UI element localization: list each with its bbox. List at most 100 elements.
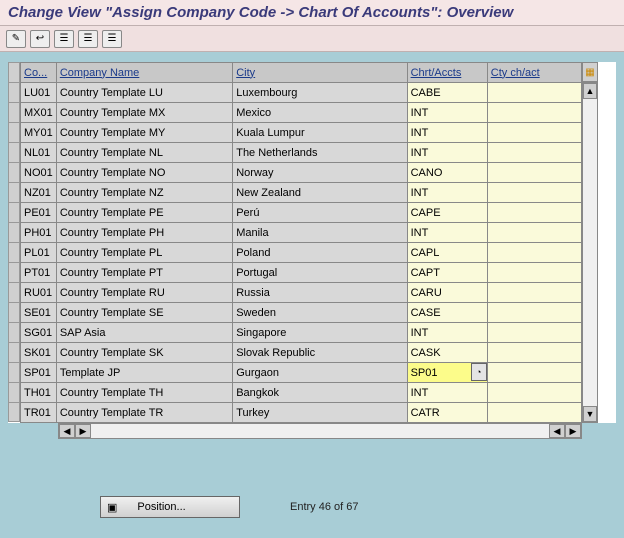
scroll-left2-icon[interactable]: ▶ [75, 424, 91, 438]
cell-chart[interactable]: INT [407, 183, 487, 203]
data-table: Co... Company Name City Chrt/Accts Cty c… [20, 62, 582, 423]
page-title: Change View "Assign Company Code -> Char… [0, 0, 624, 26]
cell-city: The Netherlands [233, 143, 407, 163]
scroll-track[interactable] [583, 99, 597, 406]
cell-cty[interactable] [487, 83, 581, 103]
row-selector[interactable] [8, 102, 20, 122]
cell-chart[interactable]: INT [407, 223, 487, 243]
cell-name: Country Template MX [56, 103, 232, 123]
row-selector[interactable] [8, 142, 20, 162]
cell-cty[interactable] [487, 243, 581, 263]
row-selector[interactable] [8, 82, 20, 102]
position-button[interactable]: ▣ Position... [100, 496, 240, 518]
toolbar-undo-icon[interactable]: ↩ [30, 30, 50, 48]
table-row: SK01Country Template SKSlovak RepublicCA… [21, 343, 582, 363]
cell-cty[interactable] [487, 403, 581, 423]
row-selector[interactable] [8, 382, 20, 402]
cell-code: TH01 [21, 383, 57, 403]
cell-cty[interactable] [487, 363, 581, 383]
row-selector[interactable] [8, 362, 20, 382]
col-header-chart[interactable]: Chrt/Accts [407, 63, 487, 83]
vertical-scrollbar[interactable]: ▲ ▼ [582, 82, 598, 423]
col-header-name[interactable]: Company Name [56, 63, 232, 83]
row-selector[interactable] [8, 122, 20, 142]
cell-chart[interactable]: CARU [407, 283, 487, 303]
cell-chart[interactable]: INT [407, 323, 487, 343]
table-row: RU01Country Template RURussiaCARU [21, 283, 582, 303]
cell-cty[interactable] [487, 203, 581, 223]
configure-columns-icon[interactable]: ▦ [582, 62, 598, 82]
row-selector[interactable] [8, 282, 20, 302]
cell-name: Country Template RU [56, 283, 232, 303]
cell-cty[interactable] [487, 283, 581, 303]
row-selector[interactable] [8, 402, 20, 422]
scroll-up-icon[interactable]: ▲ [583, 83, 597, 99]
cell-cty[interactable] [487, 263, 581, 283]
cell-city: Norway [233, 163, 407, 183]
cell-name: Country Template PL [56, 243, 232, 263]
col-header-city[interactable]: City [233, 63, 407, 83]
row-selector[interactable] [8, 262, 20, 282]
row-selector[interactable] [8, 322, 20, 342]
table-row: PE01Country Template PEPerúCAPE [21, 203, 582, 223]
cell-city: Sweden [233, 303, 407, 323]
row-selector[interactable] [8, 302, 20, 322]
cell-chart[interactable]: INT [407, 383, 487, 403]
cell-chart[interactable]: CATR [407, 403, 487, 423]
hscroll-track[interactable] [91, 424, 549, 438]
col-header-code[interactable]: Co... [21, 63, 57, 83]
cell-cty[interactable] [487, 323, 581, 343]
scroll-left-icon[interactable]: ◀ [59, 424, 75, 438]
toolbar-edit-icon[interactable]: ✎ [6, 30, 26, 48]
cell-cty[interactable] [487, 223, 581, 243]
cell-code: MY01 [21, 123, 57, 143]
cell-chart[interactable]: CAPL [407, 243, 487, 263]
table-row: TR01Country Template TRTurkeyCATR [21, 403, 582, 423]
cell-name: Country Template SE [56, 303, 232, 323]
cell-chart[interactable]: INT [407, 123, 487, 143]
row-selector[interactable] [8, 182, 20, 202]
toolbar-deselect-icon[interactable]: ☰ [102, 30, 122, 48]
cell-chart[interactable]: INT [407, 103, 487, 123]
cell-cty[interactable] [487, 163, 581, 183]
row-selector[interactable] [8, 342, 20, 362]
toolbar-select-block-icon[interactable]: ☰ [78, 30, 98, 48]
row-selector[interactable] [8, 222, 20, 242]
table-row: SP01Template JPGurgaonSP01◔ [21, 363, 582, 383]
cell-chart[interactable]: CAPT [407, 263, 487, 283]
cell-chart[interactable]: CASE [407, 303, 487, 323]
cell-cty[interactable] [487, 143, 581, 163]
cell-chart[interactable]: CAPE [407, 203, 487, 223]
cell-name: Country Template NZ [56, 183, 232, 203]
cell-code: NZ01 [21, 183, 57, 203]
toolbar-select-all-icon[interactable]: ☰ [54, 30, 74, 48]
cell-chart[interactable]: SP01◔ [407, 363, 487, 383]
cell-city: Turkey [233, 403, 407, 423]
col-header-cty[interactable]: Cty ch/act [487, 63, 581, 83]
cell-cty[interactable] [487, 343, 581, 363]
value-help-icon[interactable]: ◔ [471, 363, 487, 381]
row-selector[interactable] [8, 162, 20, 182]
cell-chart[interactable]: INT [407, 143, 487, 163]
scroll-right-icon[interactable]: ◀ [549, 424, 565, 438]
cell-cty[interactable] [487, 103, 581, 123]
cell-chart[interactable]: CASK [407, 343, 487, 363]
row-selector-header[interactable] [8, 62, 20, 82]
cell-cty[interactable] [487, 303, 581, 323]
cell-chart[interactable]: CANO [407, 163, 487, 183]
cell-cty[interactable] [487, 123, 581, 143]
cell-city: Russia [233, 283, 407, 303]
cell-cty[interactable] [487, 183, 581, 203]
row-selector[interactable] [8, 242, 20, 262]
cell-cty[interactable] [487, 383, 581, 403]
scroll-down-icon[interactable]: ▼ [583, 406, 597, 422]
scroll-right2-icon[interactable]: ▶ [565, 424, 581, 438]
cell-code: SP01 [21, 363, 57, 383]
cell-chart[interactable]: CABE [407, 83, 487, 103]
horizontal-scrollbar[interactable]: ◀ ▶ ◀ ▶ [58, 423, 582, 439]
cell-code: RU01 [21, 283, 57, 303]
toolbar: ✎ ↩ ☰ ☰ ☰ [0, 26, 624, 52]
cell-code: PT01 [21, 263, 57, 283]
row-selector[interactable] [8, 202, 20, 222]
table-row: NZ01Country Template NZNew ZealandINT [21, 183, 582, 203]
